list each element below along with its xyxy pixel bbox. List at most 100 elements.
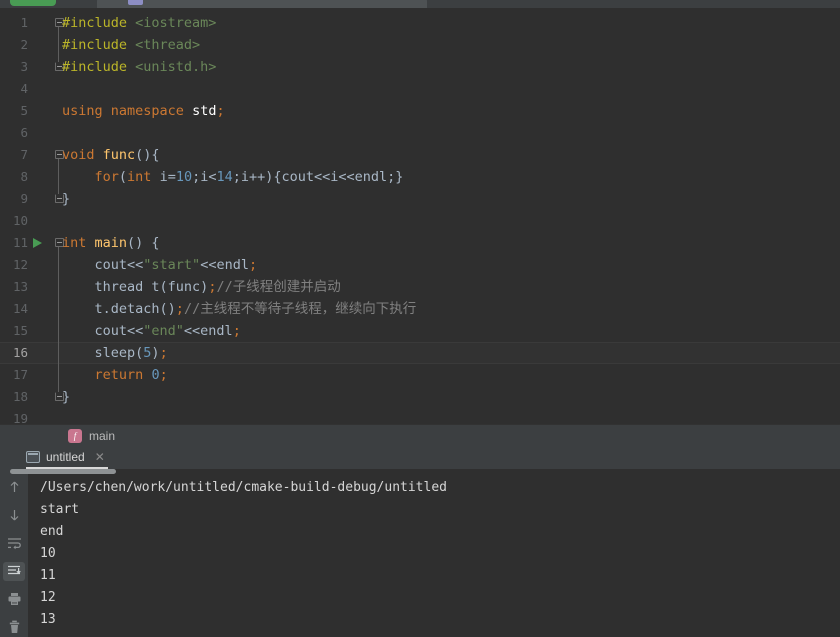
code-line[interactable]: 1 #include <iostream> xyxy=(0,12,840,34)
code-line[interactable]: 19 xyxy=(0,408,840,424)
breadcrumb-label[interactable]: main xyxy=(89,429,115,443)
line-number: 11 xyxy=(12,235,28,250)
close-icon[interactable]: ✕ xyxy=(95,450,105,464)
code-token: ( xyxy=(118,169,128,185)
line-number: 5 xyxy=(20,103,28,118)
code-token: namespace xyxy=(110,103,184,119)
up-arrow-icon[interactable] xyxy=(3,477,25,496)
code-token: int xyxy=(62,235,87,251)
line-number: 4 xyxy=(20,81,28,96)
line-number: 8 xyxy=(20,169,28,184)
code-token: <<endl xyxy=(183,323,233,339)
soft-wrap-icon[interactable] xyxy=(3,533,25,552)
code-line[interactable]: 13 thread t(func);//子线程创建并启动 xyxy=(0,276,840,298)
line-number: 17 xyxy=(12,367,28,382)
code-line[interactable]: 5 using namespace std; xyxy=(0,100,840,122)
code-line[interactable]: 8 for(int i=10;i<14;i++){cout<<i<<endl;} xyxy=(0,166,840,188)
console-output[interactable]: /Users/chen/work/untitled/cmake-build-de… xyxy=(28,469,840,637)
code-line[interactable]: 10 xyxy=(0,210,840,232)
line-number: 12 xyxy=(12,257,28,272)
code-token: #include xyxy=(62,37,136,53)
code-token: "start" xyxy=(143,257,201,273)
code-token: cout<< xyxy=(62,257,144,273)
code-line[interactable]: 16 sleep(5); xyxy=(0,342,840,364)
code-line[interactable]: 7 void func(){ xyxy=(0,144,840,166)
code-token: (){ xyxy=(135,147,160,163)
code-token: t.detach() xyxy=(62,301,176,317)
code-token: } xyxy=(62,191,71,207)
code-token: thread t(func) xyxy=(62,279,209,295)
function-icon: f xyxy=(68,428,82,443)
code-token: func xyxy=(102,147,136,163)
code-token: for xyxy=(94,169,119,185)
code-token: sleep( xyxy=(62,345,144,361)
run-tab-untitled[interactable]: untitled ✕ xyxy=(26,448,109,467)
code-line[interactable]: 4 xyxy=(0,78,840,100)
editor-tab-strip[interactable] xyxy=(97,0,427,8)
trash-icon[interactable] xyxy=(3,618,25,637)
code-line[interactable]: 14 t.detach();//主线程不等待子线程，继续向下执行 xyxy=(0,298,840,320)
breadcrumb[interactable]: f main xyxy=(0,424,840,446)
console-line: /Users/chen/work/untitled/cmake-build-de… xyxy=(40,480,447,495)
code-text: cout<<"start"<<endl; xyxy=(62,254,258,276)
code-text: #include <unistd.h> xyxy=(62,56,216,78)
code-token: ;i< xyxy=(192,169,217,185)
console-line: 11 xyxy=(40,568,56,583)
code-line[interactable]: 2 #include <thread> xyxy=(0,34,840,56)
code-line[interactable]: 3 #include <unistd.h> xyxy=(0,56,840,78)
ide-window: 1 #include <iostream> 2 #include <thread> 3 #… xyxy=(0,0,840,637)
code-line[interactable]: 18} xyxy=(0,386,840,408)
code-token: } xyxy=(62,389,71,405)
code-line[interactable]: 6 xyxy=(0,122,840,144)
code-text: #include <thread> xyxy=(62,34,200,56)
console-line: start xyxy=(40,502,80,517)
run-tab-bar: : untitled ✕ xyxy=(0,446,840,469)
line-number: 1 xyxy=(20,15,28,30)
code-token: <thread> xyxy=(135,37,201,53)
code-line[interactable]: 9} xyxy=(0,188,840,210)
down-arrow-icon[interactable] xyxy=(3,505,25,524)
code-token: "end" xyxy=(143,323,184,339)
code-editor[interactable]: 1 #include <iostream> 2 #include <thread> 3 #… xyxy=(0,8,840,424)
code-text: cout<<"end"<<endl; xyxy=(62,320,241,342)
code-token: int xyxy=(127,169,152,185)
code-line[interactable]: 12 cout<<"start"<<endl; xyxy=(0,254,840,276)
line-number: 2 xyxy=(20,37,28,52)
code-token: () { xyxy=(127,235,160,251)
code-token: ; xyxy=(159,367,168,383)
code-token: ; xyxy=(232,323,241,339)
console-area: /Users/chen/work/untitled/cmake-build-de… xyxy=(0,469,840,637)
cmake-tab-icon[interactable] xyxy=(128,0,143,5)
code-text: return 0; xyxy=(62,364,168,386)
code-token: 0 xyxy=(151,367,160,383)
line-number: 3 xyxy=(20,59,28,74)
code-token: <unistd.h> xyxy=(135,59,217,75)
run-button[interactable] xyxy=(10,0,56,6)
console-line: 13 xyxy=(40,612,56,627)
code-token: ; xyxy=(248,257,258,273)
console-icon xyxy=(26,451,40,463)
code-token: //主线程不等待子线程，继续向下执行 xyxy=(183,301,417,317)
code-token: #include xyxy=(62,59,136,75)
run-tool-window: : untitled ✕ xyxy=(0,446,840,637)
run-gutter-icon[interactable] xyxy=(33,238,42,248)
editor-line-container: 1 #include <iostream> 2 #include <thread> 3 #… xyxy=(0,8,840,424)
console-line: 12 xyxy=(40,590,56,605)
code-line[interactable]: 11 int main() { xyxy=(0,232,840,254)
code-text: } xyxy=(62,188,70,210)
fold-guide-line xyxy=(58,27,59,62)
console-line: end xyxy=(40,524,64,539)
code-line[interactable]: 17 return 0; xyxy=(0,364,840,386)
print-icon[interactable] xyxy=(3,590,25,609)
code-text: } xyxy=(62,386,70,408)
code-token: std xyxy=(192,103,217,119)
code-line[interactable]: 15 cout<<"end"<<endl; xyxy=(0,320,840,342)
scroll-to-end-icon[interactable] xyxy=(3,561,25,581)
code-token: using xyxy=(62,103,103,119)
horizontal-scrollbar[interactable] xyxy=(10,469,116,474)
line-number: 6 xyxy=(20,125,28,140)
